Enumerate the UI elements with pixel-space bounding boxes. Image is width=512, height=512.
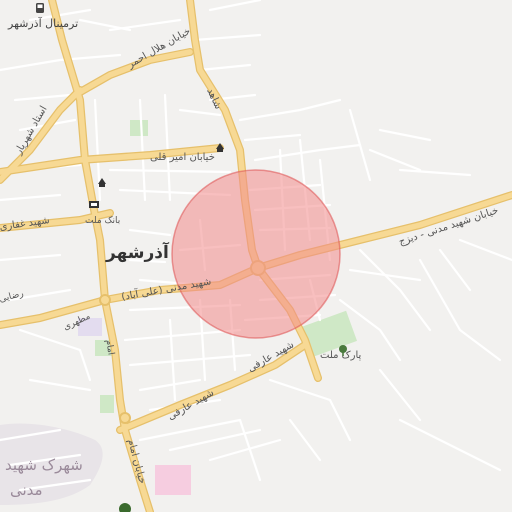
district-label-line2: مدنی — [10, 481, 43, 499]
park-mellat-label: پارک ملت — [320, 350, 361, 361]
terminal-label: ترمینال آذرشهر — [7, 16, 78, 30]
hospital-area — [155, 465, 191, 495]
amir-gholi-label: خیابان امیر قلی — [150, 152, 215, 163]
green-area — [130, 120, 148, 136]
map-view[interactable]: ترمینال آذرشهر خیابان هلال احمر شاهد است… — [0, 0, 512, 512]
district-label-line1: شهرک شهید — [5, 456, 83, 474]
bank-mellat-label: بانک ملت — [85, 216, 120, 226]
green-area — [100, 395, 114, 413]
highlight-circle[interactable] — [171, 169, 341, 339]
bank-icon[interactable] — [89, 201, 99, 208]
city-name: آذرشهر — [105, 241, 170, 263]
bus-icon[interactable] — [36, 3, 44, 13]
